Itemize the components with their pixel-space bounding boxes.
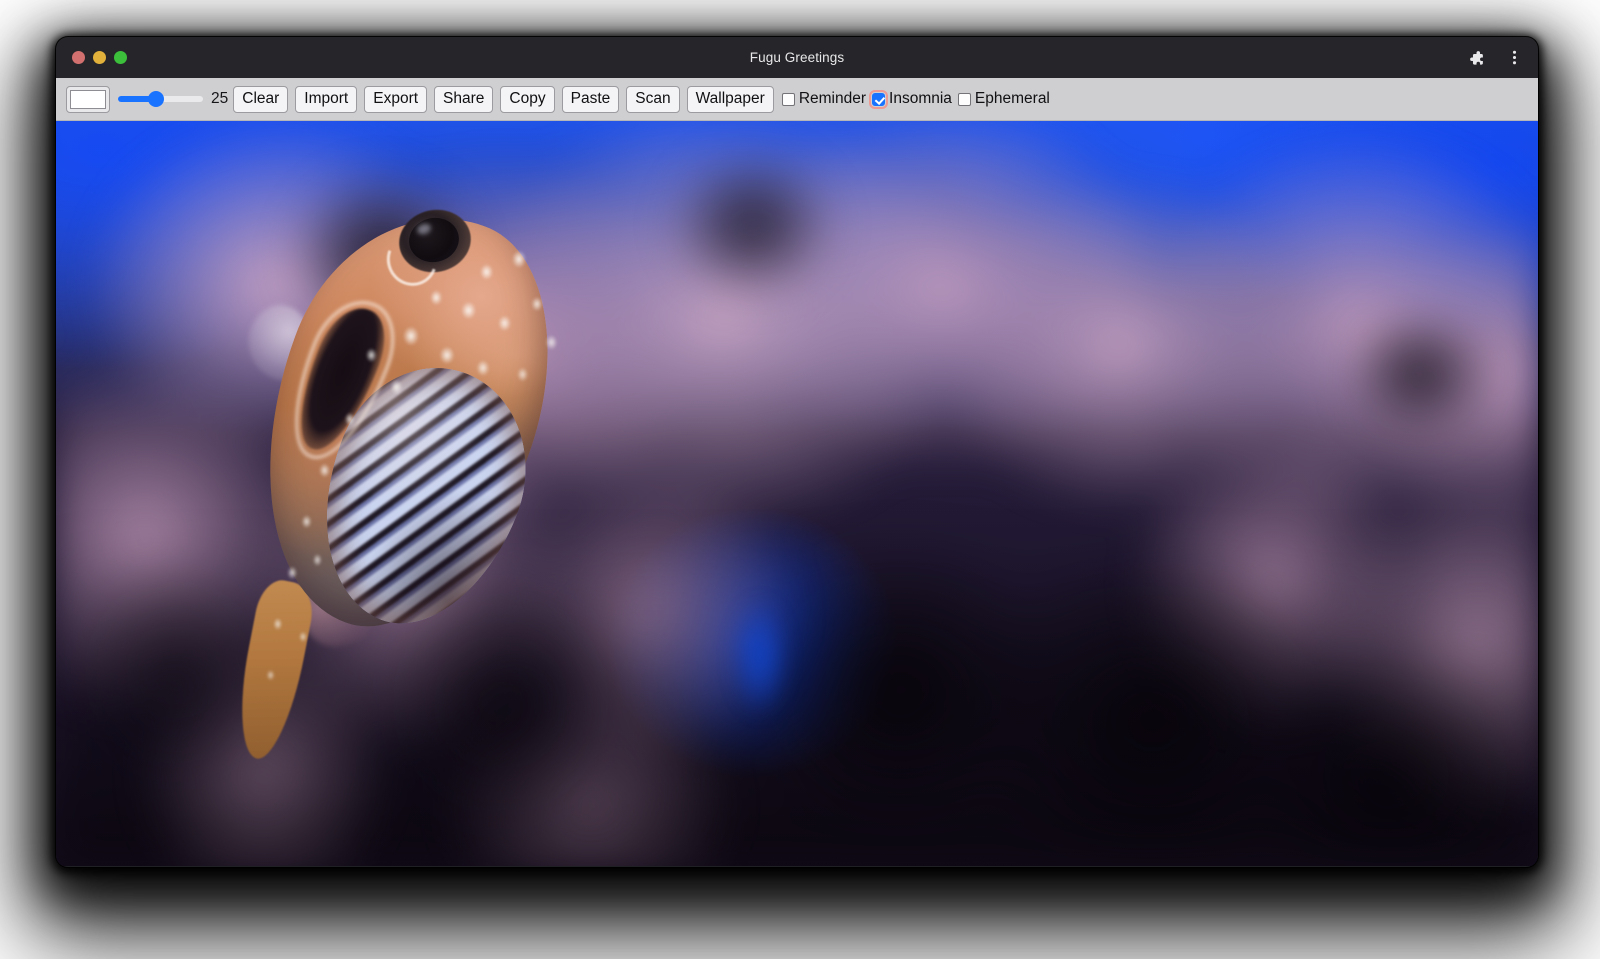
maximize-button[interactable] — [114, 51, 127, 64]
fish-tail — [228, 576, 317, 763]
insomnia-checkbox-box[interactable] — [872, 93, 885, 106]
insomnia-checkbox-label: Insomnia — [889, 90, 952, 108]
minimize-button[interactable] — [93, 51, 106, 64]
ephemeral-checkbox-box[interactable] — [958, 93, 971, 106]
ephemeral-checkbox[interactable]: Ephemeral — [958, 90, 1050, 108]
clear-button[interactable]: Clear — [233, 86, 288, 113]
line-width-slider[interactable] — [118, 89, 203, 109]
browser-window: Fugu Greetings — [56, 37, 1538, 867]
app-toolbar: 25 Clear Import Export Share Copy Paste … — [56, 78, 1538, 121]
wallpaper-button[interactable]: Wallpaper — [687, 86, 774, 113]
reminder-checkbox-label: Reminder — [799, 90, 866, 108]
ephemeral-checkbox-label: Ephemeral — [975, 90, 1050, 108]
toolbar-checkbox-group: Reminder Insomnia Ephemeral — [782, 90, 1056, 108]
desktop-background: Fugu Greetings — [0, 0, 1600, 959]
extensions-icon[interactable] — [1462, 44, 1490, 72]
scan-button[interactable]: Scan — [626, 86, 679, 113]
window-title: Fugu Greetings — [56, 50, 1538, 65]
close-button[interactable] — [72, 51, 85, 64]
import-button[interactable]: Import — [295, 86, 357, 113]
share-button[interactable]: Share — [434, 86, 493, 113]
export-button[interactable]: Export — [364, 86, 427, 113]
window-titlebar: Fugu Greetings — [56, 37, 1538, 78]
color-swatch — [70, 90, 106, 109]
more-menu-icon[interactable] — [1500, 44, 1528, 72]
reminder-checkbox[interactable]: Reminder — [782, 90, 866, 108]
insomnia-checkbox[interactable]: Insomnia — [872, 90, 952, 108]
slider-value-label: 25 — [211, 90, 228, 108]
traffic-light-buttons — [56, 51, 127, 64]
pufferfish-subject — [231, 176, 591, 816]
paste-button[interactable]: Paste — [562, 86, 620, 113]
slider-thumb[interactable] — [148, 91, 164, 107]
drawing-canvas[interactable] — [56, 121, 1538, 866]
color-picker-input[interactable] — [66, 86, 110, 113]
reminder-checkbox-box[interactable] — [782, 93, 795, 106]
titlebar-actions — [1462, 37, 1528, 78]
copy-button[interactable]: Copy — [500, 86, 554, 113]
